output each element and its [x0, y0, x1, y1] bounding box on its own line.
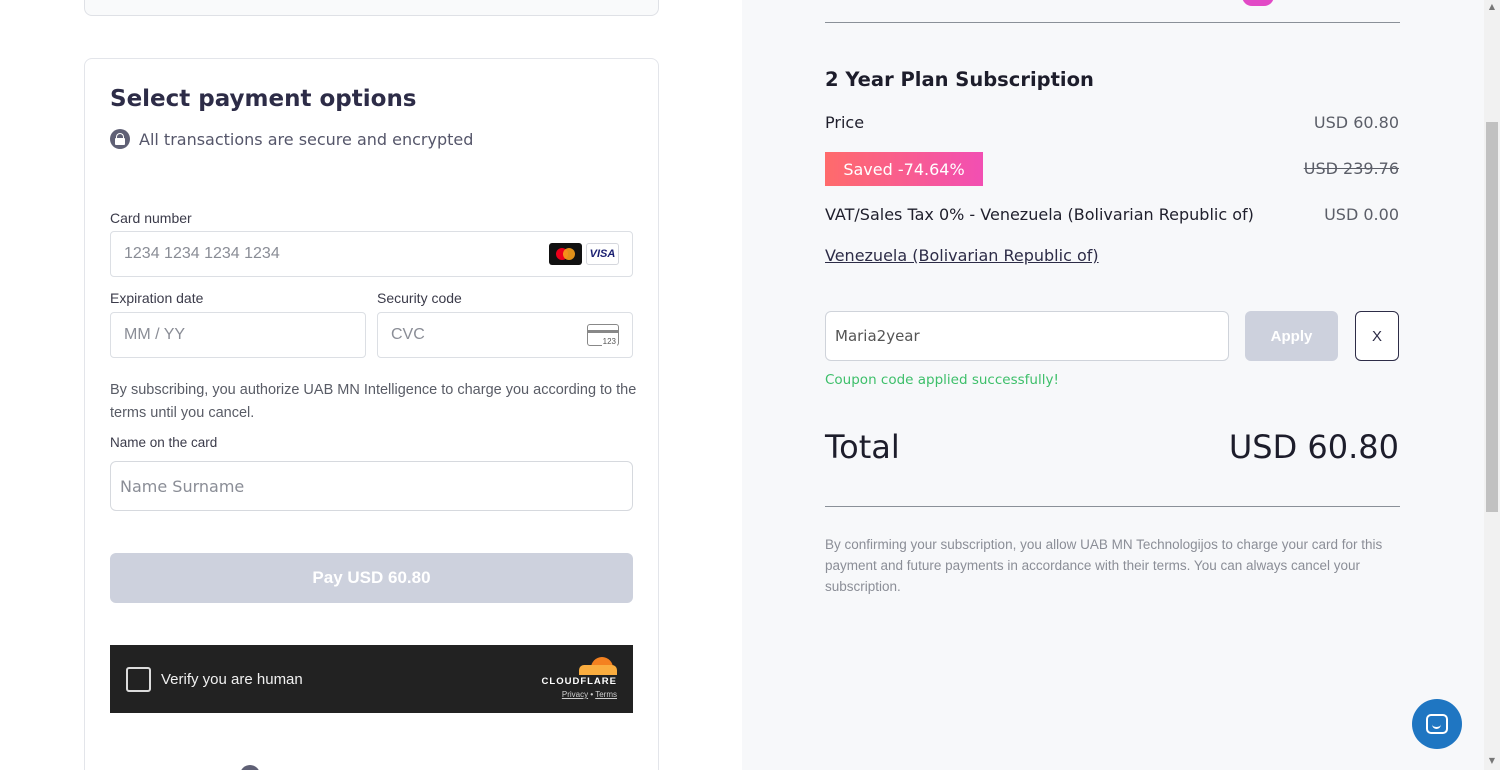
cloudflare-captcha: Verify you are human CLOUDFLARE Privacy … [110, 645, 633, 713]
cvc-icon-text: 123 [601, 337, 617, 346]
security-code-label: Security code [377, 290, 462, 306]
summary-divider-bottom [825, 506, 1400, 507]
card-number-label: Card number [110, 210, 192, 226]
total-label: Total [825, 428, 900, 466]
info-icon [240, 765, 260, 770]
coupon-input[interactable] [835, 327, 1219, 345]
chat-button[interactable] [1412, 699, 1462, 749]
expiration-field[interactable] [110, 312, 366, 358]
secure-text: All transactions are secure and encrypte… [139, 129, 474, 149]
payment-title: Select payment options [110, 86, 417, 112]
tax-value: USD 0.00 [1324, 205, 1399, 224]
coupon-success-message: Coupon code applied successfully! [825, 372, 1059, 388]
scroll-up-arrow-icon[interactable]: ▲ [1487, 2, 1497, 12]
secure-notice: All transactions are secure and encrypte… [110, 129, 473, 149]
price-label: Price [825, 113, 865, 132]
expiration-label: Expiration date [110, 290, 204, 306]
cloudflare-cloud-icon [579, 657, 617, 675]
cloudflare-branding: CLOUDFLARE Privacy • Terms [542, 657, 617, 699]
chat-icon [1426, 714, 1448, 734]
mastercard-icon [549, 243, 582, 265]
expiration-input[interactable] [124, 326, 352, 344]
scrollbar-thumb[interactable] [1486, 122, 1498, 512]
price-value: USD 60.80 [1313, 113, 1399, 132]
pay-button[interactable]: Pay USD 60.80 [110, 553, 633, 603]
payment-options-card: Select payment options All transactions … [84, 58, 659, 770]
card-brand-logos: VISA [549, 243, 619, 265]
visa-icon: VISA [586, 243, 619, 265]
country-link[interactable]: Venezuela (Bolivarian Republic of) [825, 246, 1099, 265]
total-value: USD 60.80 [1228, 428, 1399, 466]
captcha-label: Verify you are human [161, 670, 303, 688]
scroll-down-arrow-icon[interactable]: ▼ [1487, 756, 1497, 766]
tax-label: VAT/Sales Tax 0% - Venezuela (Bolivarian… [825, 205, 1254, 224]
card-number-field[interactable]: VISA [110, 231, 633, 277]
cloudflare-terms-link[interactable]: Terms [595, 690, 617, 699]
security-code-input[interactable] [391, 326, 587, 344]
lock-icon [110, 129, 130, 149]
card-cvc-icon: 123 [587, 324, 619, 346]
name-on-card-field[interactable] [110, 461, 633, 511]
authorize-text: By subscribing, you authorize UAB MN Int… [110, 382, 637, 421]
original-price: USD 239.76 [1303, 159, 1399, 178]
clear-coupon-button[interactable]: X [1355, 311, 1399, 361]
cloudflare-links: Privacy • Terms [542, 690, 617, 699]
bottom-secure-hint [240, 765, 260, 770]
name-on-card-input[interactable] [120, 476, 623, 496]
coupon-field[interactable] [825, 311, 1229, 361]
previous-section-card [84, 0, 659, 16]
summary-divider-top [825, 22, 1400, 23]
cloudflare-wordmark: CLOUDFLARE [541, 676, 617, 687]
apply-coupon-button[interactable]: Apply [1245, 311, 1338, 361]
captcha-checkbox[interactable] [126, 666, 151, 692]
cloudflare-link-separator: • [590, 690, 594, 699]
confirmation-text: By confirming your subscription, you all… [825, 537, 1383, 594]
name-on-card-label: Name on the card [110, 435, 218, 450]
security-code-field[interactable]: 123 [377, 312, 633, 358]
plan-title: 2 Year Plan Subscription [825, 68, 1094, 91]
cloudflare-privacy-link[interactable]: Privacy [562, 690, 588, 699]
saved-badge: Saved -74.64% [825, 152, 983, 186]
card-number-input[interactable] [124, 245, 549, 263]
